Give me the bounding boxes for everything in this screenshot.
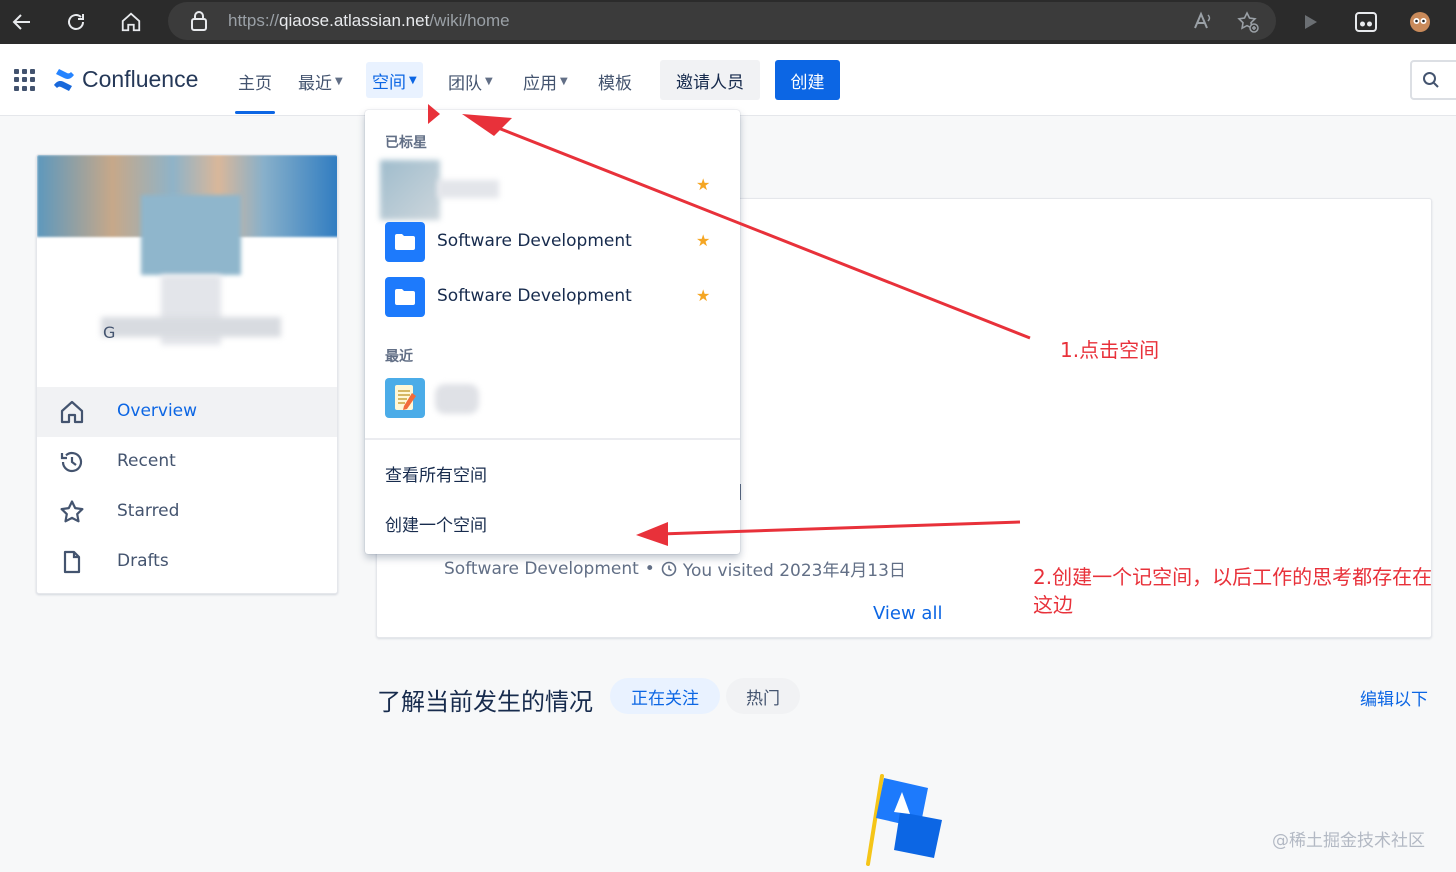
tab-popular[interactable]: 热门 [726, 678, 800, 714]
profile-avatar-image [141, 195, 241, 275]
sidebar-item-overview[interactable]: Overview [37, 387, 337, 437]
star-filled-icon[interactable]: ★ [696, 286, 710, 305]
lock-icon[interactable] [190, 11, 208, 35]
favorites-add-icon[interactable] [1236, 10, 1260, 38]
recent-heading: 最近 [385, 349, 413, 365]
chevron-down-icon: ▼ [485, 75, 493, 87]
history-icon [60, 451, 83, 473]
app-switcher-icon[interactable] [14, 69, 36, 91]
nav-home-label: 主页 [238, 73, 272, 94]
chevron-down-icon: ▼ [560, 75, 568, 87]
read-aloud-icon[interactable] [1192, 10, 1214, 36]
visit-meta: Software Development • You visited 2023年… [444, 556, 906, 582]
recent-space-name-blur [435, 384, 479, 414]
play-icon[interactable] [1296, 8, 1324, 36]
starred-space-item[interactable]: Software Development ★ [365, 218, 740, 268]
space-name-blur [437, 180, 499, 198]
view-all-spaces-link[interactable]: 查看所有空间 [385, 461, 487, 486]
recent-space-item[interactable] [365, 374, 740, 424]
annotation-step1: 1.点击空间 [1060, 338, 1160, 362]
annotation-step2-line1: 2.创建一个记空间，以后工作的思考都存在在 [1033, 565, 1433, 589]
home-icon [60, 400, 84, 424]
url-host: qiaose.atlassian.net [279, 11, 430, 30]
nav-apps[interactable]: 应用 ▼ [523, 68, 568, 94]
clock-icon [661, 561, 677, 576]
nav-home[interactable]: 主页 [235, 68, 275, 114]
star-filled-icon[interactable]: ★ [696, 175, 710, 194]
space-folder-icon [385, 222, 425, 262]
confluence-logo[interactable]: Confluence [52, 66, 198, 93]
sidebar-item-drafts[interactable]: Drafts [37, 537, 337, 587]
tab-following[interactable]: 正在关注 [610, 678, 720, 714]
nav-teams-label: 团队 [448, 73, 482, 94]
nav-teams[interactable]: 团队 ▼ [448, 68, 493, 94]
sidebar-item-label: Starred [117, 501, 180, 521]
url-prefix: https:// [228, 11, 280, 30]
watermark: @稀土掘金技术社区 [1272, 831, 1425, 851]
nav-apps-label: 应用 [523, 73, 557, 94]
create-button[interactable]: 创建 [775, 60, 840, 100]
visit-timestamp: You visited 2023年4月13日 [682, 561, 906, 581]
star-icon [60, 500, 84, 523]
edit-feed-link[interactable]: 编辑以下 [1360, 685, 1428, 710]
feed-title: 了解当前发生的情况 [377, 688, 593, 716]
chevron-down-icon: ▼ [409, 74, 417, 86]
chevron-down-icon: ▼ [335, 75, 343, 87]
profile-name: G [103, 323, 116, 342]
nav-templates[interactable]: 模板 [598, 68, 632, 94]
browser-toolbar: https://qiaose.atlassian.net/wiki/home [0, 0, 1456, 44]
spaces-dropdown: 已标星 ★ Software Development ★ Software De… [365, 110, 740, 554]
starred-space-item[interactable]: Software Development ★ [365, 273, 740, 323]
space-folder-icon [385, 277, 425, 317]
sidebar-item-label: Overview [117, 401, 198, 421]
space-avatar-blur [380, 160, 440, 220]
nav-recent[interactable]: 最近 ▼ [298, 68, 343, 94]
nav-recent-label: 最近 [298, 73, 332, 94]
document-icon [63, 550, 81, 574]
starred-space-item[interactable]: ★ [365, 160, 740, 220]
nav-templates-label: 模板 [598, 73, 632, 94]
sidebar-item-recent[interactable]: Recent [37, 437, 337, 487]
nav-spaces[interactable]: 空间 ▼ [366, 62, 423, 98]
starred-heading: 已标星 [385, 135, 427, 151]
dropdown-divider [365, 438, 740, 440]
url-path: /wiki/home [429, 11, 510, 30]
create-space-link[interactable]: 创建一个空间 [385, 511, 487, 536]
nav-spaces-label: 空间 [372, 72, 406, 93]
visit-separator: • [644, 558, 655, 579]
flag-illustration-icon [866, 774, 942, 866]
address-bar[interactable]: https://qiaose.atlassian.net/wiki/home [168, 2, 1276, 40]
profile-name-blur [101, 317, 281, 337]
profile-avatar-icon[interactable] [1406, 8, 1434, 36]
star-filled-icon[interactable]: ★ [696, 231, 710, 250]
home-browser-icon[interactable] [117, 8, 145, 36]
sidebar-item-label: Recent [117, 451, 176, 471]
app-header: Confluence 主页 最近 ▼ 空间 ▼ 团队 ▼ 应用 ▼ 模板 邀请人员 创建 [0, 44, 1456, 116]
reload-icon[interactable] [62, 8, 90, 36]
annotation-step2-line2: 这边 [1033, 593, 1073, 617]
visit-space-name[interactable]: Software Development [444, 559, 639, 579]
extension-icon[interactable] [1352, 8, 1380, 36]
sidebar-item-starred[interactable]: Starred [37, 487, 337, 537]
search-input[interactable] [1410, 60, 1456, 100]
back-arrow-icon[interactable] [8, 8, 36, 36]
search-icon [1423, 72, 1439, 88]
invite-people-button[interactable]: 邀请人员 [660, 60, 760, 100]
logo-text: Confluence [82, 66, 199, 92]
view-all-link[interactable]: View all [873, 603, 942, 624]
sidebar-item-label: Drafts [117, 551, 169, 571]
profile-card: G Overview Recent Starred Drafts [36, 154, 338, 594]
space-name: Software Development [437, 231, 632, 251]
confluence-logo-icon [54, 68, 74, 91]
url-text[interactable]: https://qiaose.atlassian.net/wiki/home [228, 11, 510, 31]
notepad-icon [385, 378, 425, 418]
space-name: Software Development [437, 286, 632, 306]
